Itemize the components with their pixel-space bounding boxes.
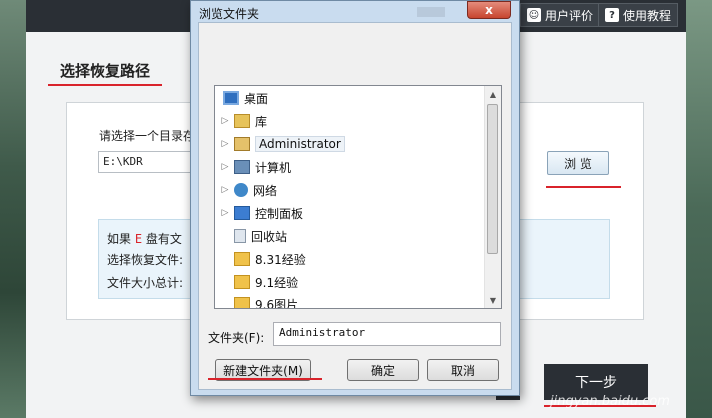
feedback-icon: ☺ — [527, 8, 541, 22]
desktop-icon — [223, 91, 239, 105]
dialog-titlebar-faded — [417, 7, 445, 17]
drive-letter: E — [134, 232, 143, 246]
dialog-body: 桌面 ▷ 库 ▷ Administrator ▷ 计算机 ▷ 网络 ▷ 控制面板… — [198, 22, 512, 390]
folder-icon — [234, 275, 250, 289]
tree-item-folder[interactable]: 9.1经验 — [234, 272, 298, 292]
expand-arrow-icon[interactable]: ▷ — [221, 139, 229, 149]
tree-label: 网络 — [253, 183, 278, 198]
expand-arrow-icon[interactable]: ▷ — [221, 116, 229, 126]
library-icon — [234, 114, 250, 128]
help-icon: ? — [605, 8, 619, 22]
tree-label: 计算机 — [255, 160, 292, 175]
browse-folder-dialog: 浏览文件夹 x 桌面 ▷ 库 ▷ Administrator ▷ 计算机 ▷ 网… — [190, 0, 520, 396]
tree-label: 9.6图片 — [255, 297, 299, 309]
tree-label: 控制面板 — [255, 206, 304, 221]
folder-tree[interactable]: 桌面 ▷ 库 ▷ Administrator ▷ 计算机 ▷ 网络 ▷ 控制面板… — [214, 85, 502, 309]
browse-underline — [546, 186, 621, 188]
tree-item-folder[interactable]: 9.6图片 — [234, 294, 299, 309]
tree-label: 桌面 — [244, 91, 269, 106]
expand-arrow-icon[interactable]: ▷ — [221, 185, 229, 195]
tree-item-network[interactable]: ▷ 网络 — [221, 180, 277, 200]
computer-icon — [234, 160, 250, 174]
background-left — [0, 0, 26, 418]
tree-item-administrator[interactable]: ▷ Administrator — [221, 134, 345, 154]
watermark: jingyan.baidu.com — [550, 394, 670, 409]
tree-scrollbar[interactable]: ▲ ▼ — [484, 86, 501, 308]
tree-item-computer[interactable]: ▷ 计算机 — [221, 157, 291, 177]
new-folder-underline — [208, 378, 322, 380]
expand-arrow-icon[interactable]: ▷ — [221, 208, 229, 218]
info-line-1: 如果 E 盘有文 — [107, 230, 182, 247]
info-line-3: 文件大小总计: — [107, 276, 184, 290]
feedback-label: 用户评价 — [545, 8, 594, 23]
close-button[interactable]: x — [467, 1, 511, 19]
tree-label: 9.1经验 — [255, 275, 299, 290]
cancel-button[interactable]: 取消 — [427, 359, 499, 381]
dialog-title: 浏览文件夹 — [199, 7, 260, 21]
title-underline — [48, 84, 162, 86]
control-panel-icon — [234, 206, 250, 220]
tree-label: Administrator — [255, 136, 345, 152]
tree-item-library[interactable]: ▷ 库 — [221, 111, 267, 131]
info-line-2: 选择恢复文件: — [107, 253, 184, 267]
folder-icon — [234, 297, 250, 308]
scroll-up-icon[interactable]: ▲ — [485, 86, 501, 102]
tree-item-control-panel[interactable]: ▷ 控制面板 — [221, 203, 303, 223]
feedback-button[interactable]: ☺ 用户评价 — [520, 3, 601, 27]
browse-button[interactable]: 浏 览 — [547, 151, 609, 175]
info-line-1-suffix: 盘有文 — [145, 232, 182, 246]
scroll-down-icon[interactable]: ▼ — [485, 292, 501, 308]
tree-item-desktop[interactable]: 桌面 — [223, 88, 268, 108]
network-icon — [234, 183, 248, 197]
tree-item-recycle-bin[interactable]: 回收站 — [234, 226, 287, 246]
tree-label: 库 — [255, 114, 268, 129]
recycle-bin-icon — [234, 229, 246, 243]
expand-arrow-icon[interactable]: ▷ — [221, 162, 229, 172]
tree-label: 8.31经验 — [255, 252, 306, 267]
section-title: 选择恢复路径 — [60, 62, 151, 80]
tree-label: 回收站 — [251, 229, 288, 244]
ok-button[interactable]: 确定 — [347, 359, 419, 381]
folder-label: 文件夹(F): — [208, 331, 265, 345]
folder-icon — [234, 252, 250, 266]
scroll-thumb[interactable] — [487, 104, 498, 254]
tutorial-button[interactable]: ? 使用教程 — [598, 3, 679, 27]
info-line-1-prefix: 如果 — [107, 232, 132, 246]
tree-item-folder[interactable]: 8.31经验 — [234, 249, 306, 269]
path-prompt: 请选择一个目录存 — [99, 129, 196, 143]
tutorial-label: 使用教程 — [623, 8, 672, 23]
user-folder-icon — [234, 137, 250, 151]
close-icon: x — [485, 3, 493, 17]
folder-input[interactable]: Administrator — [273, 322, 501, 346]
background-right — [686, 0, 712, 418]
